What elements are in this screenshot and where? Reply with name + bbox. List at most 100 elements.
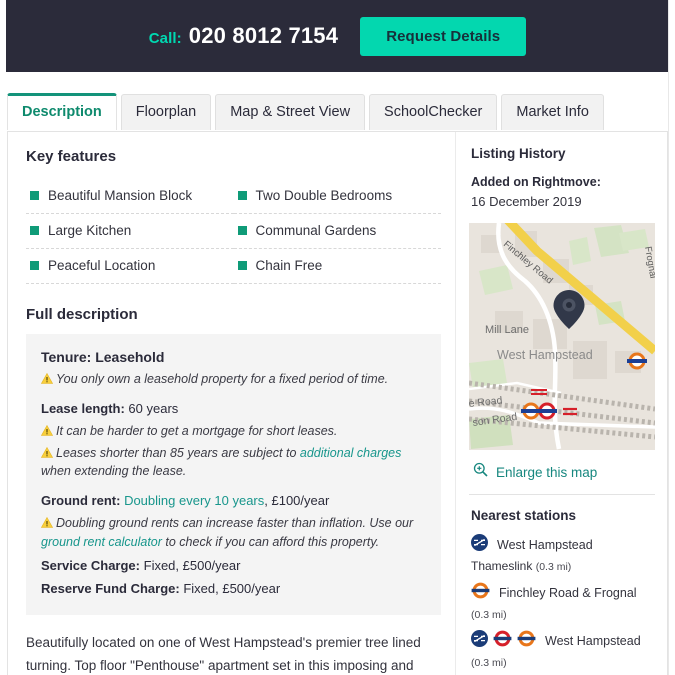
key-feature-item: Large Kitchen (26, 214, 234, 249)
station-name: Finchley Road & Frognal (499, 586, 637, 601)
lease-length-label: Lease length: (41, 401, 125, 417)
tenure-warning-text: You only own a leasehold property for a … (56, 372, 389, 387)
key-feature-label: Large Kitchen (48, 223, 132, 238)
added-on-rightmove-date: 16 December 2019 (471, 194, 582, 209)
tenure-heading: Tenure: Leasehold (41, 349, 165, 365)
service-charge-row: Service Charge: Fixed, £500/year (41, 557, 427, 576)
description-panel: Key features Beautiful Mansion Block Two… (7, 131, 668, 675)
call-group: Call: 020 8012 7154 (149, 23, 338, 49)
location-map[interactable]: Finchley Road Frognal Mill Lane West Ham… (469, 223, 655, 450)
station-row: Finchley Road & Frognal (471, 582, 655, 604)
enlarge-map-button[interactable]: Enlarge this map (469, 450, 655, 495)
tab-floorplan[interactable]: Floorplan (120, 94, 212, 130)
lease-length-value: 60 years (128, 401, 179, 417)
key-feature-label: Beautiful Mansion Block (48, 188, 193, 203)
property-listing-page: Call: 020 8012 7154 Request Details Desc… (0, 0, 675, 675)
key-feature-item: Chain Free (233, 249, 441, 284)
reserve-fund-label: Reserve Fund Charge: (41, 581, 180, 597)
key-feature-label: Two Double Bedrooms (255, 188, 393, 203)
ground-rent-warning-text-a: Doubling ground rents can increase faste… (56, 515, 414, 530)
ground-rent-row: Ground rent: Doubling every 10 years, £1… (41, 492, 427, 511)
station-item[interactable]: West Hampstead Thameslink (0.3 mi) (469, 534, 655, 574)
full-description-title: Full description (26, 306, 138, 323)
overground-roundel-icon (471, 582, 490, 604)
lease-warning-1-text: It can be harder to get a mortgage for s… (56, 423, 338, 438)
key-feature-item: Beautiful Mansion Block (26, 179, 234, 214)
added-on-rightmove-label: Added on Rightmove: (471, 175, 601, 189)
lease-warning-2: Leases shorter than 85 years are subject… (40, 444, 427, 482)
ground-rent-calculator-link[interactable]: ground rent calculator (41, 535, 162, 549)
magnifier-plus-icon (473, 462, 488, 482)
tab-description[interactable]: Description (7, 93, 117, 130)
nearest-stations-title: Nearest stations (471, 508, 577, 523)
station-subtitle: (0.3 mi) (471, 654, 655, 670)
tenure-info-box: Tenure: Leasehold You only own a leaseho… (26, 334, 441, 616)
bullet-square-icon (30, 191, 39, 200)
sidebar-column: Listing History Added on Rightmove: 16 D… (457, 132, 667, 675)
description-column: Key features Beautiful Mansion Block Two… (8, 132, 457, 675)
tenure-warning: You only own a leasehold property for a … (40, 370, 427, 389)
bullet-square-icon (237, 226, 247, 235)
station-item[interactable]: Finchley Road & Frognal (0.3 mi) (469, 582, 655, 622)
tab-map-street-view[interactable]: Map & Street View (215, 94, 366, 130)
station-row: West Hampstead (471, 630, 655, 652)
ground-rent-warning: Doubling ground rents can increase faste… (40, 514, 427, 552)
ground-rent-warning-text-b: to check if you can afford this property… (165, 534, 380, 549)
underground-roundel-icon (493, 630, 512, 652)
page-right-divider (668, 0, 669, 675)
enlarge-map-label: Enlarge this map (496, 464, 598, 480)
station-item[interactable]: West Hampstead (0.3 mi) (469, 630, 655, 670)
key-feature-item: Communal Gardens (233, 214, 441, 249)
station-subtitle: (0.3 mi) (471, 606, 655, 622)
lease-warning-2-text-a: Leases shorter than 85 years are subject… (56, 445, 297, 460)
ground-rent-link[interactable]: Doubling every 10 years (124, 493, 264, 508)
warning-triangle-icon (40, 445, 54, 458)
description-body-text: Beautifully located on one of West Hamps… (26, 635, 421, 674)
station-distance: (0.3 mi) (471, 609, 507, 622)
station-sub-name: Thameslink (471, 559, 533, 573)
warning-triangle-icon (40, 423, 54, 436)
station-distance: (0.3 mi) (535, 561, 572, 573)
service-charge-value: Fixed, £500/year (143, 558, 241, 574)
station-name: West Hampstead (497, 538, 593, 552)
lease-warning-1: It can be harder to get a mortgage for s… (40, 422, 427, 441)
key-feature-label: Peaceful Location (48, 258, 156, 273)
listing-history-title: Listing History (471, 146, 566, 161)
reserve-fund-value: Fixed, £500/year (183, 581, 281, 597)
column-divider (455, 132, 456, 675)
station-name: West Hampstead (545, 634, 641, 649)
request-details-button[interactable]: Request Details (360, 16, 527, 56)
key-feature-item: Two Double Bedrooms (233, 179, 441, 214)
ground-rent-value: , £100/year (264, 493, 330, 509)
bullet-square-icon (30, 226, 39, 235)
lease-length-row: Lease length: 60 years (41, 400, 427, 419)
bullet-square-icon (237, 261, 247, 270)
call-label: Call: (148, 30, 182, 47)
svg-text:Mill Lane: Mill Lane (485, 324, 529, 336)
key-feature-label: Communal Gardens (255, 223, 377, 238)
station-subtitle: Thameslink (0.3 mi) (471, 558, 655, 574)
tab-market-info[interactable]: Market Info (501, 94, 604, 130)
station-distance: (0.3 mi) (471, 657, 507, 670)
key-features-title: Key features (26, 148, 117, 165)
warning-triangle-icon (40, 371, 54, 385)
reserve-fund-row: Reserve Fund Charge: Fixed, £500/year (41, 580, 427, 599)
key-features-list: Beautiful Mansion Block Two Double Bedro… (26, 179, 441, 284)
ground-rent-label: Ground rent: (41, 493, 121, 509)
overground-roundel-icon (517, 630, 536, 652)
bullet-square-icon (237, 191, 247, 200)
service-charge-label: Service Charge: (41, 558, 140, 574)
additional-charges-link[interactable]: additional charges (300, 446, 401, 460)
tab-schoolchecker[interactable]: SchoolChecker (369, 94, 498, 130)
national-rail-icon (471, 534, 488, 556)
call-bar: Call: 020 8012 7154 Request Details (6, 0, 669, 72)
warning-triangle-icon (40, 515, 54, 528)
key-feature-item: Peaceful Location (26, 249, 234, 284)
phone-number[interactable]: 020 8012 7154 (189, 23, 338, 49)
svg-text:West Hampstead: West Hampstead (497, 348, 593, 362)
bullet-square-icon (30, 261, 39, 270)
national-rail-icon (471, 630, 488, 652)
station-row: West Hampstead (471, 534, 655, 556)
tab-bar: Description Floorplan Map & Street View … (7, 92, 604, 130)
key-feature-label: Chain Free (255, 258, 323, 273)
